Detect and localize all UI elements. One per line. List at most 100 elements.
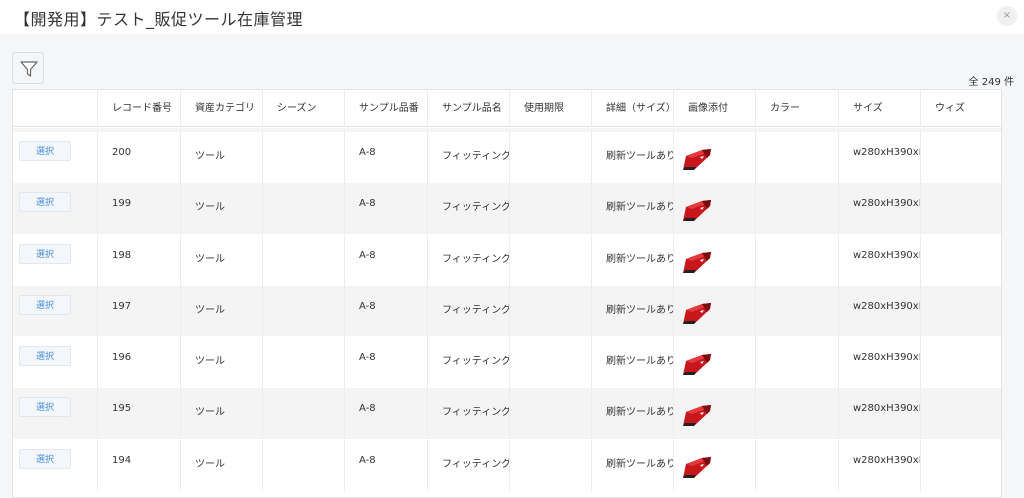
size-cell: w280xH390xD <box>838 234 920 286</box>
width-cell <box>920 337 1001 389</box>
size-cell: w280xH390xD <box>838 285 920 337</box>
table-row: 選択 200 ツール A-8 フィッティングス 刷新ツールあり w280xH39… <box>13 132 1001 184</box>
sample-number-cell: A-8 <box>344 285 427 337</box>
select-cell: 選択 <box>13 388 97 439</box>
season-cell <box>262 132 344 183</box>
table-row: 選択 198 ツール A-8 フィッティングス 刷新ツールあり w280xH39… <box>13 234 1001 286</box>
size-cell: w280xH390xD <box>838 132 920 183</box>
sample-name-cell: フィッティングス <box>427 285 509 337</box>
expiry-cell <box>509 439 591 491</box>
sample-name-cell: フィッティングス <box>427 234 509 286</box>
season-cell <box>262 337 344 389</box>
select-cell: 選択 <box>13 183 97 234</box>
select-cell: 選択 <box>13 440 97 491</box>
select-button[interactable]: 選択 <box>19 141 71 161</box>
expiry-cell <box>509 285 591 337</box>
expiry-cell <box>509 337 591 389</box>
size-cell: w280xH390xD <box>838 388 920 440</box>
sample-name-cell: フィッティングス <box>427 439 509 491</box>
column-header-image[interactable]: 画像添付 <box>673 90 755 127</box>
asset-category-cell: ツール <box>180 337 262 389</box>
filter-button[interactable] <box>12 52 44 84</box>
expiry-cell <box>509 132 591 183</box>
total-count: 全 249 件 <box>968 77 1014 88</box>
expiry-cell <box>509 183 591 235</box>
select-button[interactable]: 選択 <box>19 346 71 367</box>
record-number-cell: 196 <box>97 337 180 389</box>
width-cell <box>920 285 1001 337</box>
product-thumbnail[interactable] <box>680 402 714 428</box>
record-number-cell: 199 <box>97 183 180 235</box>
record-number-cell: 197 <box>97 285 180 337</box>
select-button[interactable]: 選択 <box>19 243 71 264</box>
color-cell <box>755 337 838 389</box>
product-thumbnail[interactable] <box>680 197 714 223</box>
product-thumbnail[interactable] <box>680 454 714 480</box>
product-thumbnail[interactable] <box>680 249 714 275</box>
column-header-color[interactable]: カラー <box>755 90 838 127</box>
asset-category-cell: ツール <box>180 439 262 491</box>
column-header-asset-category[interactable]: 資産カテゴリ <box>180 90 262 127</box>
sample-number-cell: A-8 <box>344 234 427 286</box>
color-cell <box>755 285 838 337</box>
close-button[interactable]: × <box>997 6 1017 26</box>
sample-name-cell: フィッティングス <box>427 132 509 183</box>
column-header-sample-number[interactable]: サンプル品番 <box>344 90 427 127</box>
asset-category-cell: ツール <box>180 132 262 183</box>
column-header-select <box>13 90 97 127</box>
season-cell <box>262 183 344 235</box>
width-cell <box>920 183 1001 235</box>
asset-category-cell: ツール <box>180 183 262 235</box>
width-cell <box>920 234 1001 286</box>
season-cell <box>262 285 344 337</box>
size-cell: w280xH390xD <box>838 183 920 235</box>
select-button[interactable]: 選択 <box>19 192 71 213</box>
width-cell <box>920 388 1001 440</box>
column-header-detail[interactable]: 詳細（サイズ） <box>591 90 673 127</box>
width-cell <box>920 439 1001 491</box>
image-cell <box>673 337 755 389</box>
sample-number-cell: A-8 <box>344 337 427 389</box>
column-header-width[interactable]: ウィズ <box>920 90 1001 127</box>
image-cell <box>673 183 755 235</box>
filter-icon <box>20 61 38 77</box>
page-title: 【開発用】テスト_販促ツール在庫管理 <box>14 10 304 29</box>
sample-name-cell: フィッティングス <box>427 183 509 235</box>
expiry-cell <box>509 388 591 440</box>
column-header-record-number[interactable]: レコード番号 <box>97 90 180 127</box>
image-cell <box>673 234 755 286</box>
table-row: 選択 195 ツール A-8 フィッティングス 刷新ツールあり w280xH39… <box>13 388 1001 440</box>
select-cell: 選択 <box>13 286 97 337</box>
table-row: 選択 194 ツール A-8 フィッティングス 刷新ツールあり w280xH39… <box>13 439 1001 492</box>
record-number-cell: 194 <box>97 439 180 491</box>
column-header-season[interactable]: シーズン <box>262 90 344 127</box>
color-cell <box>755 439 838 491</box>
size-cell: w280xH390xD <box>838 439 920 491</box>
table-row: 選択 196 ツール A-8 フィッティングス 刷新ツールあり w280xH39… <box>13 337 1001 389</box>
product-thumbnail[interactable] <box>680 351 714 377</box>
column-header-size[interactable]: サイズ <box>838 90 920 127</box>
table-row: 選択 199 ツール A-8 フィッティングス 刷新ツールあり w280xH39… <box>13 183 1001 235</box>
select-button[interactable]: 選択 <box>19 448 71 469</box>
image-cell <box>673 132 755 183</box>
image-cell <box>673 285 755 337</box>
sample-number-cell: A-8 <box>344 132 427 183</box>
detail-cell: 刷新ツールあり <box>591 132 673 183</box>
asset-category-cell: ツール <box>180 285 262 337</box>
record-number-cell: 195 <box>97 388 180 440</box>
sample-number-cell: A-8 <box>344 388 427 440</box>
product-thumbnail[interactable] <box>680 146 714 172</box>
select-button[interactable]: 選択 <box>19 397 71 418</box>
modal-header: 【開発用】テスト_販促ツール在庫管理 × <box>0 0 1024 34</box>
select-button[interactable]: 選択 <box>19 294 71 315</box>
detail-cell: 刷新ツールあり <box>591 388 673 440</box>
size-cell: w280xH390xD <box>838 337 920 389</box>
width-cell <box>920 132 1001 183</box>
column-header-sample-name[interactable]: サンプル品名 <box>427 90 509 127</box>
table-body: 選択 200 ツール A-8 フィッティングス 刷新ツールあり w280xH39… <box>13 132 1001 492</box>
column-header-expiry[interactable]: 使用期限 <box>509 90 591 127</box>
sample-name-cell: フィッティングス <box>427 388 509 440</box>
season-cell <box>262 234 344 286</box>
color-cell <box>755 234 838 286</box>
product-thumbnail[interactable] <box>680 300 714 326</box>
